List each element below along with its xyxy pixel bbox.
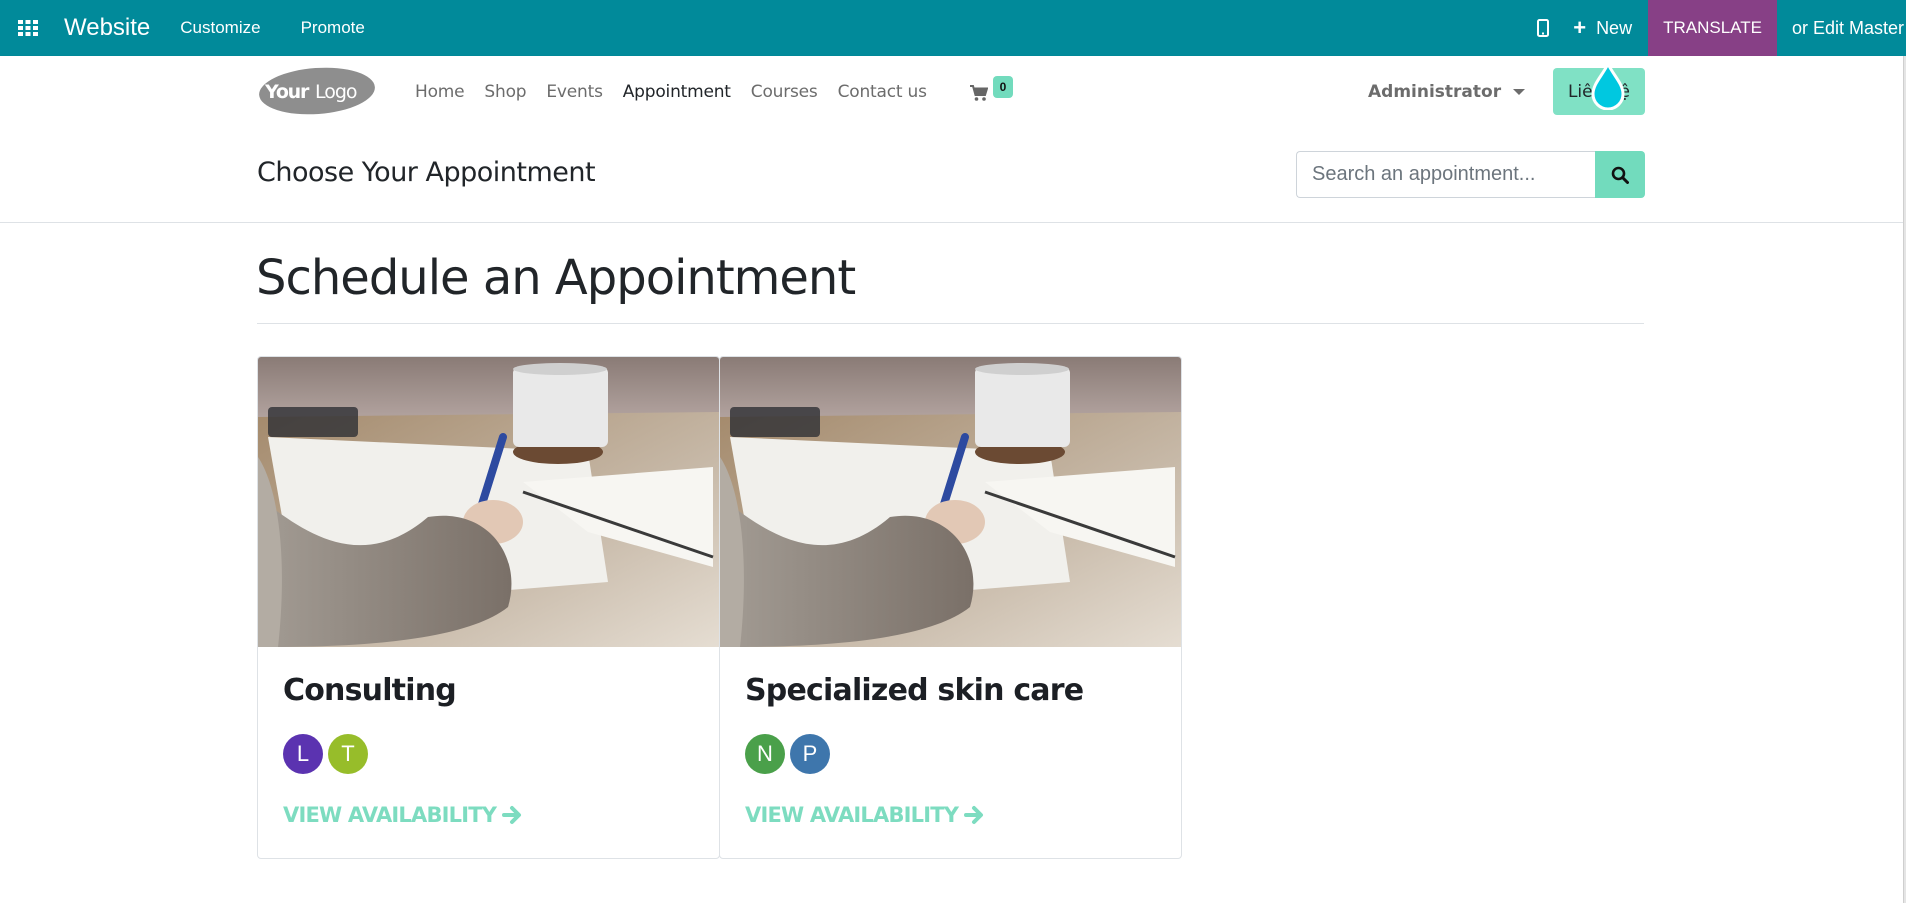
appointment-name[interactable]: Consulting xyxy=(283,673,457,708)
cart-button[interactable]: 0 xyxy=(970,76,1018,108)
appointment-image[interactable] xyxy=(258,357,719,647)
search-button[interactable] xyxy=(1595,151,1645,198)
topbar-actions: + New TRANSLATE or Edit Master xyxy=(1523,0,1906,56)
staff-avatar: N xyxy=(745,734,785,774)
cart-count-badge: 0 xyxy=(993,76,1013,98)
staff-avatars: N P xyxy=(745,734,835,774)
mobile-preview-button[interactable] xyxy=(1523,0,1563,56)
new-button[interactable]: + New xyxy=(1563,0,1648,56)
nav-contact-us[interactable]: Contact us xyxy=(838,82,927,102)
staff-avatar: T xyxy=(328,734,368,774)
contact-button[interactable]: Liên hệ xyxy=(1553,68,1645,115)
edit-top-bar: Website Customize Promote + New TRANSLAT… xyxy=(0,0,1906,56)
customize-menu[interactable]: Customize xyxy=(180,18,260,38)
apps-menu-button[interactable] xyxy=(0,0,56,56)
staff-avatar: P xyxy=(790,734,830,774)
appointment-name[interactable]: Specialized skin care xyxy=(745,673,1084,708)
search-input[interactable] xyxy=(1296,151,1595,198)
arrow-right-icon xyxy=(964,806,984,824)
new-label: New xyxy=(1596,17,1633,38)
grid-icon xyxy=(18,20,38,36)
site-logo[interactable]: Your Logo xyxy=(257,66,376,116)
main-nav: Home Shop Events Appointment Courses Con… xyxy=(415,56,947,127)
appointment-subheader: Choose Your Appointment xyxy=(0,127,1903,223)
search-icon xyxy=(1611,166,1629,184)
site-header: Your Logo Home Shop Events Appointment C… xyxy=(0,56,1903,127)
promote-menu[interactable]: Promote xyxy=(301,18,365,38)
svg-text:Your: Your xyxy=(264,81,310,103)
staff-avatars: L T xyxy=(283,734,373,774)
user-name: Administrator xyxy=(1368,81,1502,102)
app-brand[interactable]: Website xyxy=(64,14,150,42)
view-availability-link[interactable]: VIEW AVAILABILITY xyxy=(283,803,524,827)
staff-avatar: L xyxy=(283,734,323,774)
svg-text:Logo: Logo xyxy=(315,81,357,103)
user-dropdown[interactable]: Administrator xyxy=(1368,56,1526,127)
mobile-phone-icon xyxy=(1537,19,1550,37)
subheader-title: Choose Your Appointment xyxy=(257,157,596,188)
arrow-right-icon xyxy=(502,806,522,824)
caret-down-icon xyxy=(1513,88,1526,95)
plus-icon: + xyxy=(1573,15,1587,40)
appointment-image[interactable] xyxy=(720,357,1181,647)
title-divider xyxy=(257,323,1644,324)
nav-courses[interactable]: Courses xyxy=(751,82,818,102)
translate-button[interactable]: TRANSLATE xyxy=(1648,0,1777,56)
nav-home[interactable]: Home xyxy=(415,82,465,102)
view-availability-label: VIEW AVAILABILITY xyxy=(745,803,959,827)
nav-shop[interactable]: Shop xyxy=(484,82,526,102)
view-availability-link[interactable]: VIEW AVAILABILITY xyxy=(745,803,986,827)
view-availability-label: VIEW AVAILABILITY xyxy=(283,803,497,827)
page-title: Schedule an Appointment xyxy=(256,250,856,306)
appointment-search xyxy=(1296,151,1645,198)
shopping-cart-icon xyxy=(970,85,988,101)
edit-master-button[interactable]: or Edit Master xyxy=(1777,0,1906,56)
nav-events[interactable]: Events xyxy=(546,82,603,102)
nav-appointment[interactable]: Appointment xyxy=(623,82,731,102)
appointment-card: Specialized skin care N P VIEW AVAILABIL… xyxy=(719,356,1182,859)
appointment-card: Consulting L T VIEW AVAILABILITY xyxy=(257,356,720,859)
